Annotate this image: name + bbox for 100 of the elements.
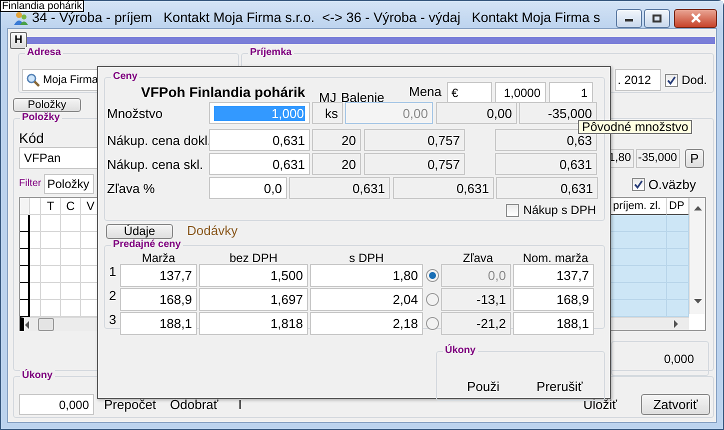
row-number: 1 <box>109 264 118 280</box>
currency-field[interactable]: 1,0000 <box>494 82 546 104</box>
items-button[interactable]: Položky <box>13 98 81 112</box>
grid-cell <box>611 283 667 300</box>
grid-cell <box>667 249 689 266</box>
input-field[interactable]: 188,1 <box>120 312 197 336</box>
item-title: VFPoh Finlandia pohárik <box>141 84 306 102</box>
grid-cell <box>611 215 667 232</box>
row-number: 3 <box>109 312 118 328</box>
value-field: 0,631 <box>393 177 494 200</box>
grid-cell <box>30 249 41 266</box>
value-field: 20 <box>312 129 361 152</box>
input-field[interactable]: 1,80 <box>310 264 423 288</box>
input-field[interactable]: 2,18 <box>310 312 423 336</box>
row-label: Množstvo <box>106 106 164 122</box>
scrollbar[interactable] <box>689 198 705 314</box>
grid-cell <box>667 232 689 250</box>
grid-cell <box>611 300 667 318</box>
row-marker <box>20 232 30 250</box>
scrollbar[interactable] <box>611 317 689 330</box>
right-arrow-icon <box>674 320 679 328</box>
checkbox[interactable] <box>506 204 520 218</box>
value-field: -21,2 <box>441 312 511 336</box>
input-field[interactable]: 1,500 <box>199 264 308 288</box>
currency-field[interactable]: € <box>446 82 492 104</box>
input-field[interactable]: 168,9 <box>120 288 197 312</box>
input-field[interactable]: 1,818 <box>199 312 308 336</box>
input-field[interactable]: 2,04 <box>310 288 423 312</box>
p-button[interactable]: P <box>685 149 704 168</box>
checkbox-label: Nákup s DPH <box>523 203 596 218</box>
grid-cell <box>30 232 41 250</box>
row-label: Nákup. cena skl. <box>106 156 204 172</box>
tab[interactable]: Dodávky <box>187 223 238 239</box>
row-label: Zľava % <box>106 180 156 196</box>
action-link[interactable]: Uložiť <box>583 397 617 413</box>
scrollbar-thumb[interactable] <box>38 318 54 332</box>
tab[interactable]: Údaje <box>106 224 173 238</box>
row-marker <box>20 249 30 266</box>
checkbox[interactable] <box>664 74 678 87</box>
grid-cell <box>611 249 667 266</box>
field-label: Kód <box>19 130 45 148</box>
value-field: 0,0 <box>441 264 511 288</box>
radio-button[interactable] <box>426 317 439 330</box>
left-arrow-icon <box>24 320 30 329</box>
input-field[interactable]: 137,7 <box>120 264 197 288</box>
row-marker <box>20 215 30 232</box>
currency-field[interactable]: 1 <box>548 82 593 104</box>
grid-cell <box>611 266 667 284</box>
h-button[interactable]: H <box>10 32 27 48</box>
checkbox-label: O.väzby <box>648 176 696 192</box>
maximize-button[interactable] <box>644 8 670 28</box>
group-label: Úkony <box>443 345 478 357</box>
filter-tab[interactable]: Položky <box>44 174 94 194</box>
input-field[interactable]: 168,9 <box>513 288 594 312</box>
grid-cell <box>667 283 689 300</box>
tooltip-label: Finlandia pohárik <box>0 0 84 12</box>
date-field[interactable]: . 2012 <box>614 69 661 92</box>
value-field: 0,631 <box>496 177 598 200</box>
group-label: Úkony <box>20 370 55 382</box>
users-icon <box>14 12 28 24</box>
radio-button[interactable] <box>426 293 439 306</box>
value-field: -35,000 <box>636 149 680 168</box>
input-field[interactable]: 137,7 <box>513 264 594 288</box>
value-field: 20 <box>312 153 361 176</box>
close-icon <box>690 13 702 23</box>
input-field[interactable]: 0,631 <box>209 129 310 152</box>
column-header: Marža <box>140 252 176 264</box>
checkbox[interactable] <box>632 178 646 191</box>
value-field: 0,757 <box>364 153 465 176</box>
minimize-button[interactable] <box>616 8 642 28</box>
amount-field[interactable]: 0,000 <box>19 394 94 416</box>
value-field: 0,757 <box>364 129 465 152</box>
checkbox-label: Dod. <box>682 73 707 88</box>
input-field[interactable]: 0,631 <box>209 153 310 176</box>
column-header: C <box>61 198 81 216</box>
grid-cell <box>667 300 689 318</box>
down-arrow-icon <box>694 299 702 304</box>
input-field[interactable]: 188,1 <box>513 312 594 336</box>
value-field: -13,1 <box>441 288 511 312</box>
input-field[interactable]: 0,0 <box>209 177 287 200</box>
grid-cell <box>667 215 689 232</box>
action-button[interactable]: Použi <box>467 379 500 395</box>
grid-cell <box>41 283 61 300</box>
grid-cell <box>30 283 41 300</box>
close-button[interactable] <box>674 8 717 28</box>
column-header: T <box>41 198 61 216</box>
currency-label: Mena <box>409 84 442 102</box>
action-button[interactable]: Prerušiť <box>536 379 583 395</box>
action-link[interactable]: Prepočet <box>104 397 156 413</box>
input-field[interactable]: 1,697 <box>199 288 308 312</box>
group-label: Položky <box>20 112 62 124</box>
maximize-icon <box>652 14 662 22</box>
action-link[interactable]: I <box>238 397 242 413</box>
filter-label: Filter <box>19 178 42 190</box>
close-button[interactable]: Zatvoriť <box>641 394 710 416</box>
action-link[interactable]: Odobrať <box>170 397 218 413</box>
grid-cell <box>41 215 61 232</box>
grid-cell <box>611 232 667 250</box>
radio-button[interactable] <box>426 269 439 282</box>
window-title: 34 - Výroba - príjem Kontakt Moja Firma s.r.o. <-> 36 - Výroba - výdaj Kontakt Moja Firma s <box>32 10 602 26</box>
